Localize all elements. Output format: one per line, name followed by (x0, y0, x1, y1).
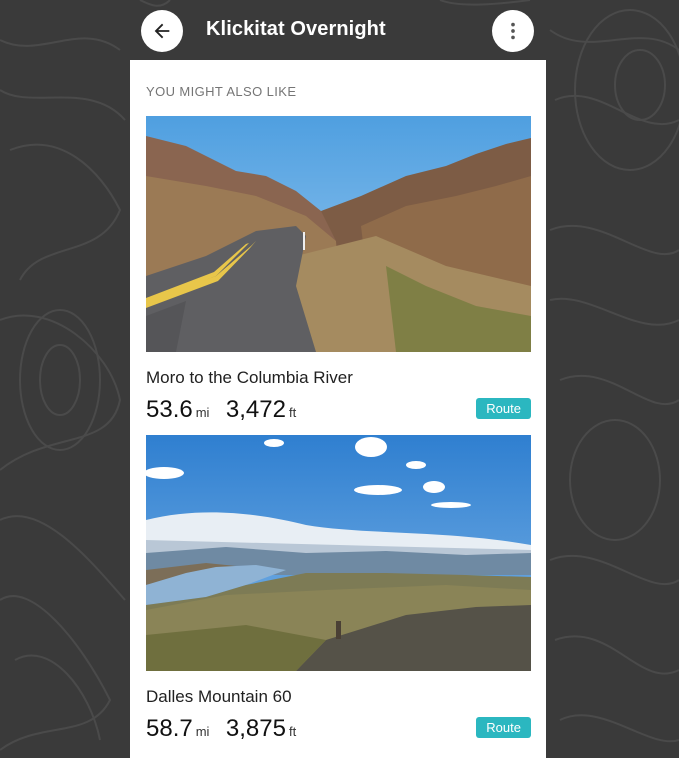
elevation-value: 3,875 (225, 715, 286, 742)
more-vertical-icon (511, 22, 515, 40)
route-name: Moro to the Columbia River (146, 368, 353, 387)
top-bar: Klickitat Overnight (130, 0, 546, 60)
distance-unit: mi (195, 405, 210, 420)
route-stats: 53.6 mi 3,472 ft (146, 396, 308, 424)
route-photo-canyon-road (146, 116, 531, 352)
distance-value: 53.6 (146, 396, 193, 423)
route-card[interactable]: Dalles Mountain 60 58.7 mi 3,875 ft Route (146, 435, 531, 745)
route-stats: 58.7 mi 3,875 ft (146, 715, 308, 743)
arrow-left-icon (154, 23, 170, 39)
elevation-value: 3,472 (225, 396, 286, 423)
content-panel: YOU MIGHT ALSO LIKE Moro to the Columbia… (130, 60, 546, 758)
app-screen: Klickitat Overnight YOU MIGHT ALSO LIKE (130, 0, 546, 758)
route-card[interactable]: Moro to the Columbia River 53.6 mi 3,472 f… (146, 116, 531, 426)
section-label: YOU MIGHT ALSO LIKE (146, 84, 297, 99)
distance-unit: mi (195, 724, 210, 739)
route-badge: Route (476, 398, 531, 419)
elevation-unit: ft (288, 724, 297, 739)
back-button[interactable] (141, 10, 183, 52)
more-options-button[interactable] (492, 10, 534, 52)
route-badge: Route (476, 717, 531, 738)
elevation-unit: ft (288, 405, 297, 420)
page-title: Klickitat Overnight (206, 18, 386, 40)
distance-value: 58.7 (146, 715, 193, 742)
route-name: Dalles Mountain 60 (146, 687, 292, 706)
route-photo-river-valley (146, 435, 531, 671)
